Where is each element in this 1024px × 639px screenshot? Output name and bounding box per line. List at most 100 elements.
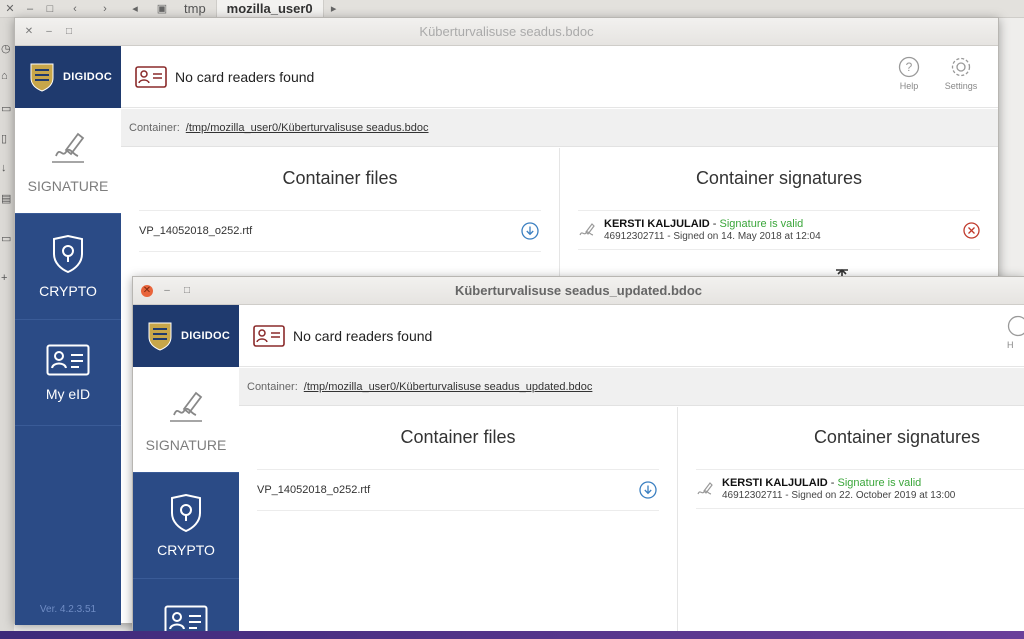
pane-title: Container files bbox=[400, 427, 516, 447]
minimize-icon[interactable]: – bbox=[161, 285, 173, 297]
recent-icon[interactable]: ◷ bbox=[1, 42, 11, 55]
estonian-crest-icon bbox=[148, 322, 172, 351]
nav-label: CRYPTO bbox=[157, 541, 215, 558]
maximize-icon[interactable]: □ bbox=[63, 26, 75, 38]
shield-lock-icon bbox=[171, 493, 201, 532]
window-title: Küberturvalisuse seadus.bdoc bbox=[419, 24, 594, 39]
window-title: Küberturvalisuse seadus_updated.bdoc bbox=[454, 283, 703, 298]
folder-icon[interactable]: ▭ bbox=[1, 232, 11, 245]
nav-label: SIGNATURE bbox=[27, 177, 109, 194]
signature-status: Signature is valid bbox=[837, 477, 922, 489]
nav-label: CRYPTO bbox=[39, 282, 97, 299]
trash-icon[interactable]: ▤ bbox=[1, 192, 11, 205]
help-label: H bbox=[1007, 340, 1014, 350]
logo-text: DIGIDOC bbox=[181, 330, 231, 342]
maximize-icon[interactable]: □ bbox=[40, 3, 60, 15]
close-icon[interactable]: ✕ bbox=[23, 26, 35, 38]
document-icon[interactable]: ▯ bbox=[1, 132, 7, 145]
chevron-right-icon[interactable]: ▸ bbox=[324, 2, 344, 15]
minimize-icon[interactable]: – bbox=[43, 26, 55, 38]
signature-icon bbox=[579, 223, 595, 236]
help-label: Help bbox=[899, 81, 919, 91]
container-files-pane: Container files VP_14052018_o252.rtf bbox=[239, 407, 677, 639]
close-icon[interactable]: ✕ bbox=[141, 284, 153, 297]
signature-details: 46912302711 - Signed on 14. May 2018 at … bbox=[604, 231, 821, 242]
container-path-bar: Container: /tmp/mozilla_user0/Küberturva… bbox=[121, 109, 998, 147]
signature-info: KERSTI KALJULAID - Signature is valid 46… bbox=[604, 218, 821, 242]
nav-my-eid[interactable]: My eID bbox=[15, 320, 121, 426]
add-icon[interactable]: + bbox=[1, 272, 7, 284]
window-titlebar[interactable]: ✕ – □ Küberturvalisuse seadus.bdoc bbox=[15, 18, 998, 46]
file-manager-toolbar: ✕ – □ ‹ › ◂ ▣ tmp mozilla_user0 ▸ bbox=[0, 0, 1024, 18]
sidebar: DIGIDOC SIGNATURE CRYPTO bbox=[15, 46, 121, 625]
digidoc-window-2: ✕ – □ Küberturvalisuse seadus_updated.bd… bbox=[132, 276, 1024, 639]
pane-title: Container files bbox=[282, 168, 398, 188]
id-card-icon bbox=[46, 344, 90, 375]
signature-details: 46912302711 - Signed on 22. October 2019… bbox=[722, 490, 956, 501]
help-icon bbox=[1007, 315, 1024, 337]
close-icon[interactable]: ✕ bbox=[0, 2, 20, 15]
home-icon[interactable]: ⌂ bbox=[1, 70, 8, 82]
signature-icon bbox=[52, 132, 85, 163]
minimize-icon[interactable]: – bbox=[20, 3, 40, 15]
window-titlebar[interactable]: ✕ – □ Küberturvalisuse seadus_updated.bd… bbox=[133, 277, 1024, 305]
breadcrumb-tmp[interactable]: tmp bbox=[174, 0, 217, 18]
container-signatures-pane: Container signatures KERSTI KALJULAID - … bbox=[678, 407, 1024, 639]
help-icon: ? bbox=[898, 56, 920, 78]
nav-label: My eID bbox=[45, 385, 91, 402]
back-icon[interactable]: ‹ bbox=[60, 3, 90, 15]
container-signatures-pane: Container signatures KERSTI KALJULAID - … bbox=[560, 148, 998, 278]
maximize-icon[interactable]: □ bbox=[181, 285, 193, 297]
nav-my-eid[interactable] bbox=[133, 579, 239, 639]
card-reader-message: No card readers found bbox=[293, 327, 433, 344]
logo: DIGIDOC bbox=[133, 305, 239, 367]
desktop-bottom-strip bbox=[0, 631, 1024, 639]
shield-lock-icon bbox=[53, 234, 83, 273]
signature-icon bbox=[170, 391, 203, 422]
nav-signature[interactable]: SIGNATURE bbox=[133, 367, 239, 473]
help-button[interactable]: H bbox=[1007, 315, 1024, 350]
estonian-crest-icon bbox=[30, 63, 54, 92]
signer-name: KERSTI KALJULAID bbox=[604, 218, 710, 230]
id-card-icon bbox=[253, 324, 285, 347]
signer-name: KERSTI KALJULAID bbox=[722, 477, 828, 489]
signature-info: KERSTI KALJULAID - Signature is valid 46… bbox=[722, 477, 955, 501]
nav-label: SIGNATURE bbox=[145, 436, 227, 453]
pane-title: Container signatures bbox=[813, 427, 981, 447]
container-files-pane: Container files VP_14052018_o252.rtf bbox=[121, 148, 559, 278]
signature-row[interactable]: KERSTI KALJULAID - Signature is valid 46… bbox=[696, 469, 1024, 509]
breadcrumb-mozilla-user0[interactable]: mozilla_user0 bbox=[216, 0, 324, 18]
signature-icon bbox=[697, 482, 713, 495]
forward-icon[interactable]: › bbox=[90, 3, 120, 15]
container-label: Container: bbox=[129, 121, 180, 134]
version-link[interactable]: Ver. 4.2.3.51 bbox=[15, 604, 121, 615]
settings-label: Settings bbox=[944, 81, 978, 91]
card-reader-bar: No card readers found H bbox=[239, 305, 1024, 367]
nav-crypto[interactable]: CRYPTO bbox=[133, 473, 239, 579]
container-path-bar: Container: /tmp/mozilla_user0/Küberturva… bbox=[239, 368, 1024, 406]
help-button[interactable]: ? Help bbox=[889, 56, 929, 91]
signature-separator: - bbox=[827, 477, 838, 489]
download-icon[interactable] bbox=[639, 481, 657, 499]
folder-icon[interactable]: ▭ bbox=[1, 102, 11, 115]
container-path-link[interactable]: /tmp/mozilla_user0/Küberturvalisuse sead… bbox=[186, 122, 429, 134]
file-row[interactable]: VP_14052018_o252.rtf bbox=[257, 469, 659, 511]
gear-icon bbox=[951, 57, 971, 77]
nav-signature[interactable]: SIGNATURE bbox=[15, 108, 121, 214]
file-name: VP_14052018_o252.rtf bbox=[257, 484, 371, 496]
signature-separator: - bbox=[709, 218, 720, 230]
logo: DIGIDOC bbox=[15, 46, 121, 108]
download-icon[interactable] bbox=[521, 222, 539, 240]
home-folder-icon[interactable]: ▣ bbox=[150, 2, 174, 15]
id-card-icon bbox=[135, 65, 167, 88]
file-row[interactable]: VP_14052018_o252.rtf bbox=[139, 210, 541, 252]
download-icon[interactable]: ↓ bbox=[1, 162, 7, 174]
signature-row[interactable]: KERSTI KALJULAID - Signature is valid 46… bbox=[578, 210, 980, 250]
container-path-link[interactable]: /tmp/mozilla_user0/Küberturvalisuse sead… bbox=[304, 381, 593, 393]
settings-button[interactable]: Settings bbox=[941, 56, 981, 91]
remove-signature-icon[interactable] bbox=[963, 221, 980, 239]
logo-text: DIGIDOC bbox=[63, 71, 113, 83]
file-name: VP_14052018_o252.rtf bbox=[139, 225, 253, 237]
nav-crypto[interactable]: CRYPTO bbox=[15, 214, 121, 320]
chevron-left-icon[interactable]: ◂ bbox=[120, 2, 150, 15]
